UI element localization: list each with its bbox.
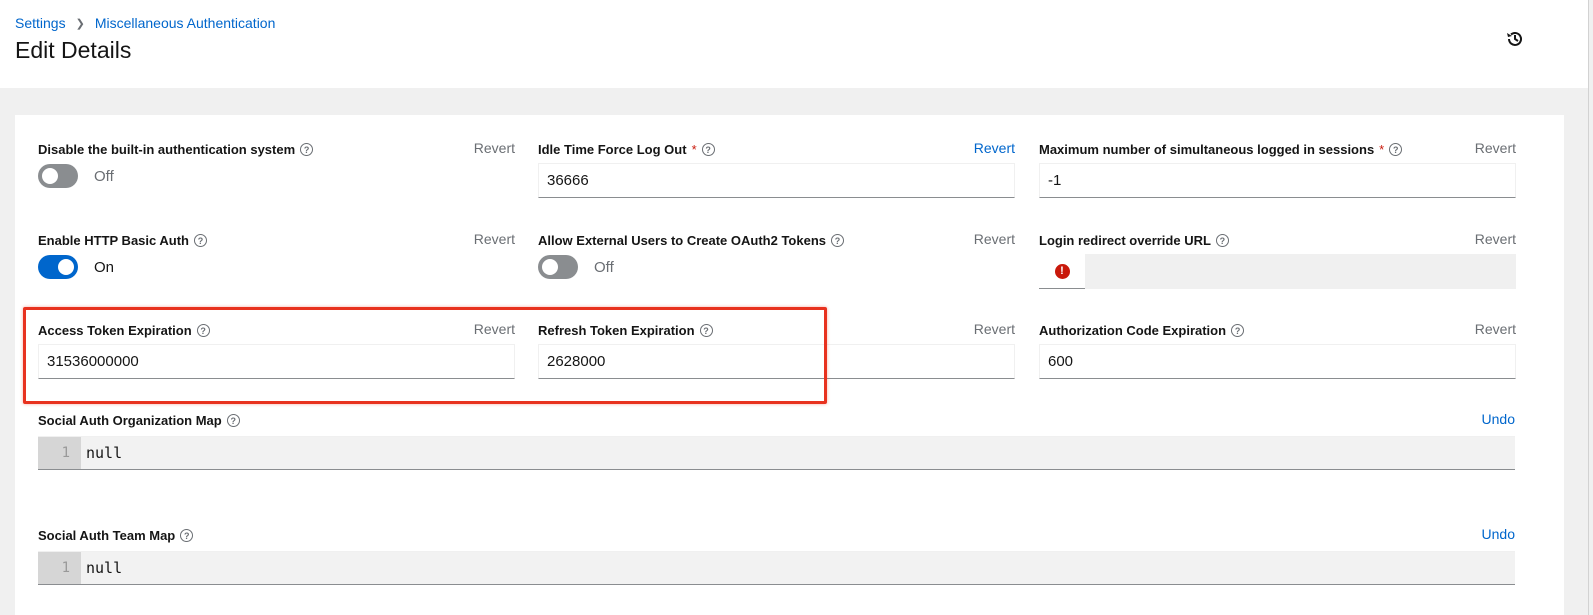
disable-builtin-toggle[interactable]: Off	[38, 164, 114, 188]
field-label: Social Auth Team Map	[38, 528, 176, 543]
help-icon[interactable]: ?	[1231, 324, 1245, 337]
toggle-state: Off	[94, 167, 114, 185]
help-icon[interactable]: ?	[226, 414, 240, 427]
chevron-right-icon: ❯	[75, 17, 85, 30]
switch[interactable]	[38, 164, 78, 188]
http-basic-toggle[interactable]: On	[38, 255, 114, 279]
help-icon[interactable]: ?	[193, 234, 207, 247]
help-icon[interactable]: ?	[831, 234, 844, 247]
history-icon[interactable]	[1505, 29, 1525, 49]
code-line: null	[86, 444, 123, 462]
revert-button[interactable]: Revert	[974, 321, 1015, 337]
exclamation-circle-icon: !	[1054, 263, 1070, 279]
toggle-state: On	[94, 258, 115, 276]
field-label: Login redirect override URL	[1039, 233, 1211, 248]
line-number: 1	[38, 552, 81, 584]
help-icon[interactable]: ?	[1389, 143, 1403, 156]
highlight-annotation	[23, 307, 827, 404]
line-number: 1	[38, 437, 81, 469]
code-line: null	[86, 559, 123, 577]
revert-button[interactable]: Revert	[1475, 321, 1516, 337]
scrollbar[interactable]	[1588, 0, 1593, 615]
team-map-editor[interactable]: 1 null	[38, 551, 1515, 585]
page-header: Settings ❯ Miscellaneous Authentication …	[0, 0, 1588, 88]
max-sessions-input[interactable]: -1	[1039, 163, 1516, 198]
help-icon[interactable]: ?	[701, 143, 715, 156]
revert-button[interactable]: Revert	[474, 231, 515, 247]
external-oauth-toggle[interactable]: Off	[538, 255, 614, 279]
field-label: Maximum number of simultaneous logged in…	[1039, 142, 1375, 157]
switch[interactable]	[38, 255, 78, 279]
error-indicator: !	[1039, 254, 1085, 289]
org-map-editor[interactable]: 1 null	[38, 436, 1515, 470]
help-icon[interactable]: ?	[1215, 234, 1229, 247]
field-label: Allow External Users to Create OAuth2 To…	[538, 233, 826, 248]
field-label: Social Auth Organization Map	[38, 413, 222, 428]
field-label: Disable the built-in authentication syst…	[38, 142, 296, 157]
revert-button[interactable]: Revert	[1475, 231, 1516, 247]
breadcrumb-misc-auth[interactable]: Miscellaneous Authentication	[95, 15, 276, 31]
help-icon[interactable]: ?	[300, 143, 314, 156]
login-redirect-input[interactable]	[1039, 254, 1516, 289]
page-title: Edit Details	[15, 37, 132, 63]
revert-button[interactable]: Revert	[974, 140, 1015, 156]
idle-timeout-input[interactable]: 36666	[538, 163, 1015, 198]
breadcrumb-settings[interactable]: Settings	[15, 15, 66, 31]
required-marker: *	[691, 142, 697, 157]
auth-code-input[interactable]: 600	[1039, 344, 1516, 379]
field-label: Enable HTTP Basic Auth	[38, 233, 189, 248]
revert-button[interactable]: Revert	[974, 231, 1015, 247]
field-label: Idle Time Force Log Out	[538, 142, 687, 157]
help-icon[interactable]: ?	[180, 529, 194, 542]
toggle-state: Off	[594, 258, 614, 276]
breadcrumb: Settings ❯ Miscellaneous Authentication	[15, 15, 275, 31]
switch[interactable]	[538, 255, 578, 279]
undo-button[interactable]: Undo	[1482, 526, 1515, 542]
undo-button[interactable]: Undo	[1482, 411, 1515, 427]
revert-button[interactable]: Revert	[1475, 140, 1516, 156]
field-label: Authorization Code Expiration	[1039, 323, 1227, 338]
revert-button[interactable]: Revert	[474, 140, 515, 156]
required-marker: *	[1379, 142, 1385, 157]
